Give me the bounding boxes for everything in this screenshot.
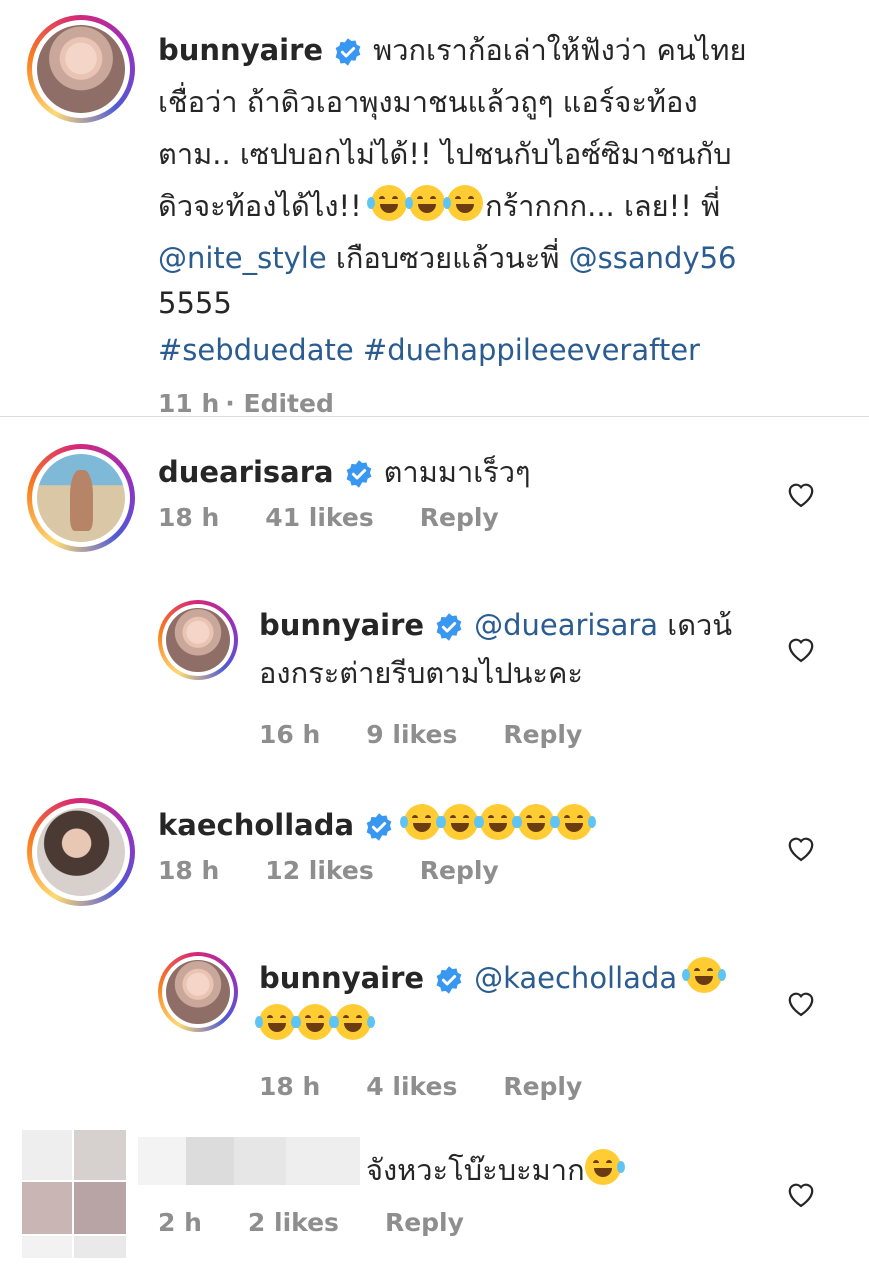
caption-line-2: เชื่อว่า ถ้าดิวเอาพุงมาชนแล้วถูๆ แอร์จะท… [158,85,698,119]
laughing-face-emoji [293,1004,337,1040]
sweat-smile-emoji [584,1149,625,1185]
laughing-face-emoji [438,804,483,840]
divider [0,416,869,417]
heart-icon[interactable] [786,635,816,663]
verified-badge-icon [366,813,392,841]
comment-time: 18 h [158,503,220,532]
heart-icon[interactable] [786,480,816,508]
reply-username[interactable]: bunnyaire [259,961,424,995]
laughing-face-emoji [514,804,559,840]
reply-avatar[interactable] [158,600,238,680]
laughing-face-emoji [476,804,521,840]
reply-username[interactable]: bunnyaire [259,608,424,642]
laughing-face-emoji [331,1004,375,1040]
comment-likes[interactable]: 2 likes [248,1208,339,1237]
reply-button[interactable]: Reply [503,1072,582,1101]
rolling-laughing-emoji [405,185,446,221]
laughing-face-emoji [400,804,445,840]
verified-badge-icon [436,613,462,641]
comment-time: 18 h [158,856,220,885]
reply-text-2: องกระต่ายรีบตามไปนะคะ [259,656,583,690]
comment-body: duearisara ตามมาเร็วๆ 18 h 41 likes Reply [158,450,778,532]
verified-badge-icon [335,38,361,66]
comment-body: จังหวะโบ๊ะบะมาก [366,1148,786,1193]
reply-time: 18 h [259,1072,321,1101]
reply-time: 16 h [259,720,321,749]
comment-text: จังหวะโบ๊ะบะมาก [366,1153,585,1187]
comment-text: ตามมาเร็วๆ [383,455,531,489]
caption-line-1: พวกเราก้อเล่าให้ฟังว่า คนไทย [373,33,747,67]
mention-link-duearisara[interactable]: @duearisara [474,608,658,642]
caption-line-3: ตาม.. เซปบอกไม่ได้!! ไปชนกับไอซ์ซิมาชนกั… [158,137,732,171]
reply-text-1: เดวน้ [667,608,733,642]
comment-avatar[interactable] [27,444,135,552]
caption-time: 11 h [158,389,220,418]
caption-line-4: ดิวจะท้องได้ไง!! [158,189,362,223]
comment-meta: 2 h 2 likes Reply [158,1208,510,1237]
reply-likes[interactable]: 9 likes [366,720,457,749]
blurred-username [138,1137,360,1185]
caption-edited: · Edited [225,389,334,418]
caption-hashtags[interactable]: #sebduedate #duehappileeeverafter [158,328,848,373]
comment-likes[interactable]: 41 likes [265,503,373,532]
reply-button[interactable]: Reply [503,720,582,749]
caption-avatar[interactable] [27,15,135,123]
rolling-laughing-emoji [443,185,484,221]
verified-badge-icon [436,966,462,994]
verified-badge-icon [346,460,371,488]
caption-username[interactable]: bunnyaire [158,33,323,67]
mention-link-kaechollada[interactable]: @kaechollada [474,961,677,995]
mention-link-nite-style[interactable]: @nite_style [158,241,327,275]
rolling-laughing-emoji [367,185,408,221]
comment-username[interactable]: duearisara [158,455,334,489]
reply-body: bunnyaire @duearisara เดวน้ องกระต่ายรีบต… [259,603,759,749]
reply-likes[interactable]: 4 likes [366,1072,457,1101]
reply-avatar[interactable] [158,952,238,1032]
caption-line-7: 5555 [158,286,232,320]
comment-username[interactable]: kaechollada [158,808,354,842]
reply-button[interactable]: Reply [385,1208,464,1237]
comment-time: 2 h [158,1208,202,1237]
caption-line-5: กร้ากกก... เลย!! พี่ [485,189,721,223]
mention-link-ssandy56[interactable]: @ssandy56 [569,241,737,275]
reply-button[interactable]: Reply [420,503,499,532]
heart-icon[interactable] [786,834,816,862]
caption-line-6: เกือบซวยแล้วนะพี่ [335,241,560,275]
reply-body: bunnyaire @kaechollada 18 h 4 likes Reply [255,956,759,1101]
blurred-avatar [22,1130,126,1258]
laughing-face-emoji [552,804,597,840]
comment-likes[interactable]: 12 likes [265,856,373,885]
heart-icon[interactable] [786,1180,816,1208]
caption-text: bunnyaire พวกเราก้อเล่าให้ฟังว่า คนไทย เช… [158,28,848,418]
laughing-face-emoji [255,1004,299,1040]
laughing-face-emoji [682,957,727,993]
heart-icon[interactable] [786,989,816,1017]
comment-avatar[interactable] [27,798,135,906]
comment-body: kaechollada 18 h 12 likes Reply [158,803,778,885]
reply-button[interactable]: Reply [420,856,499,885]
